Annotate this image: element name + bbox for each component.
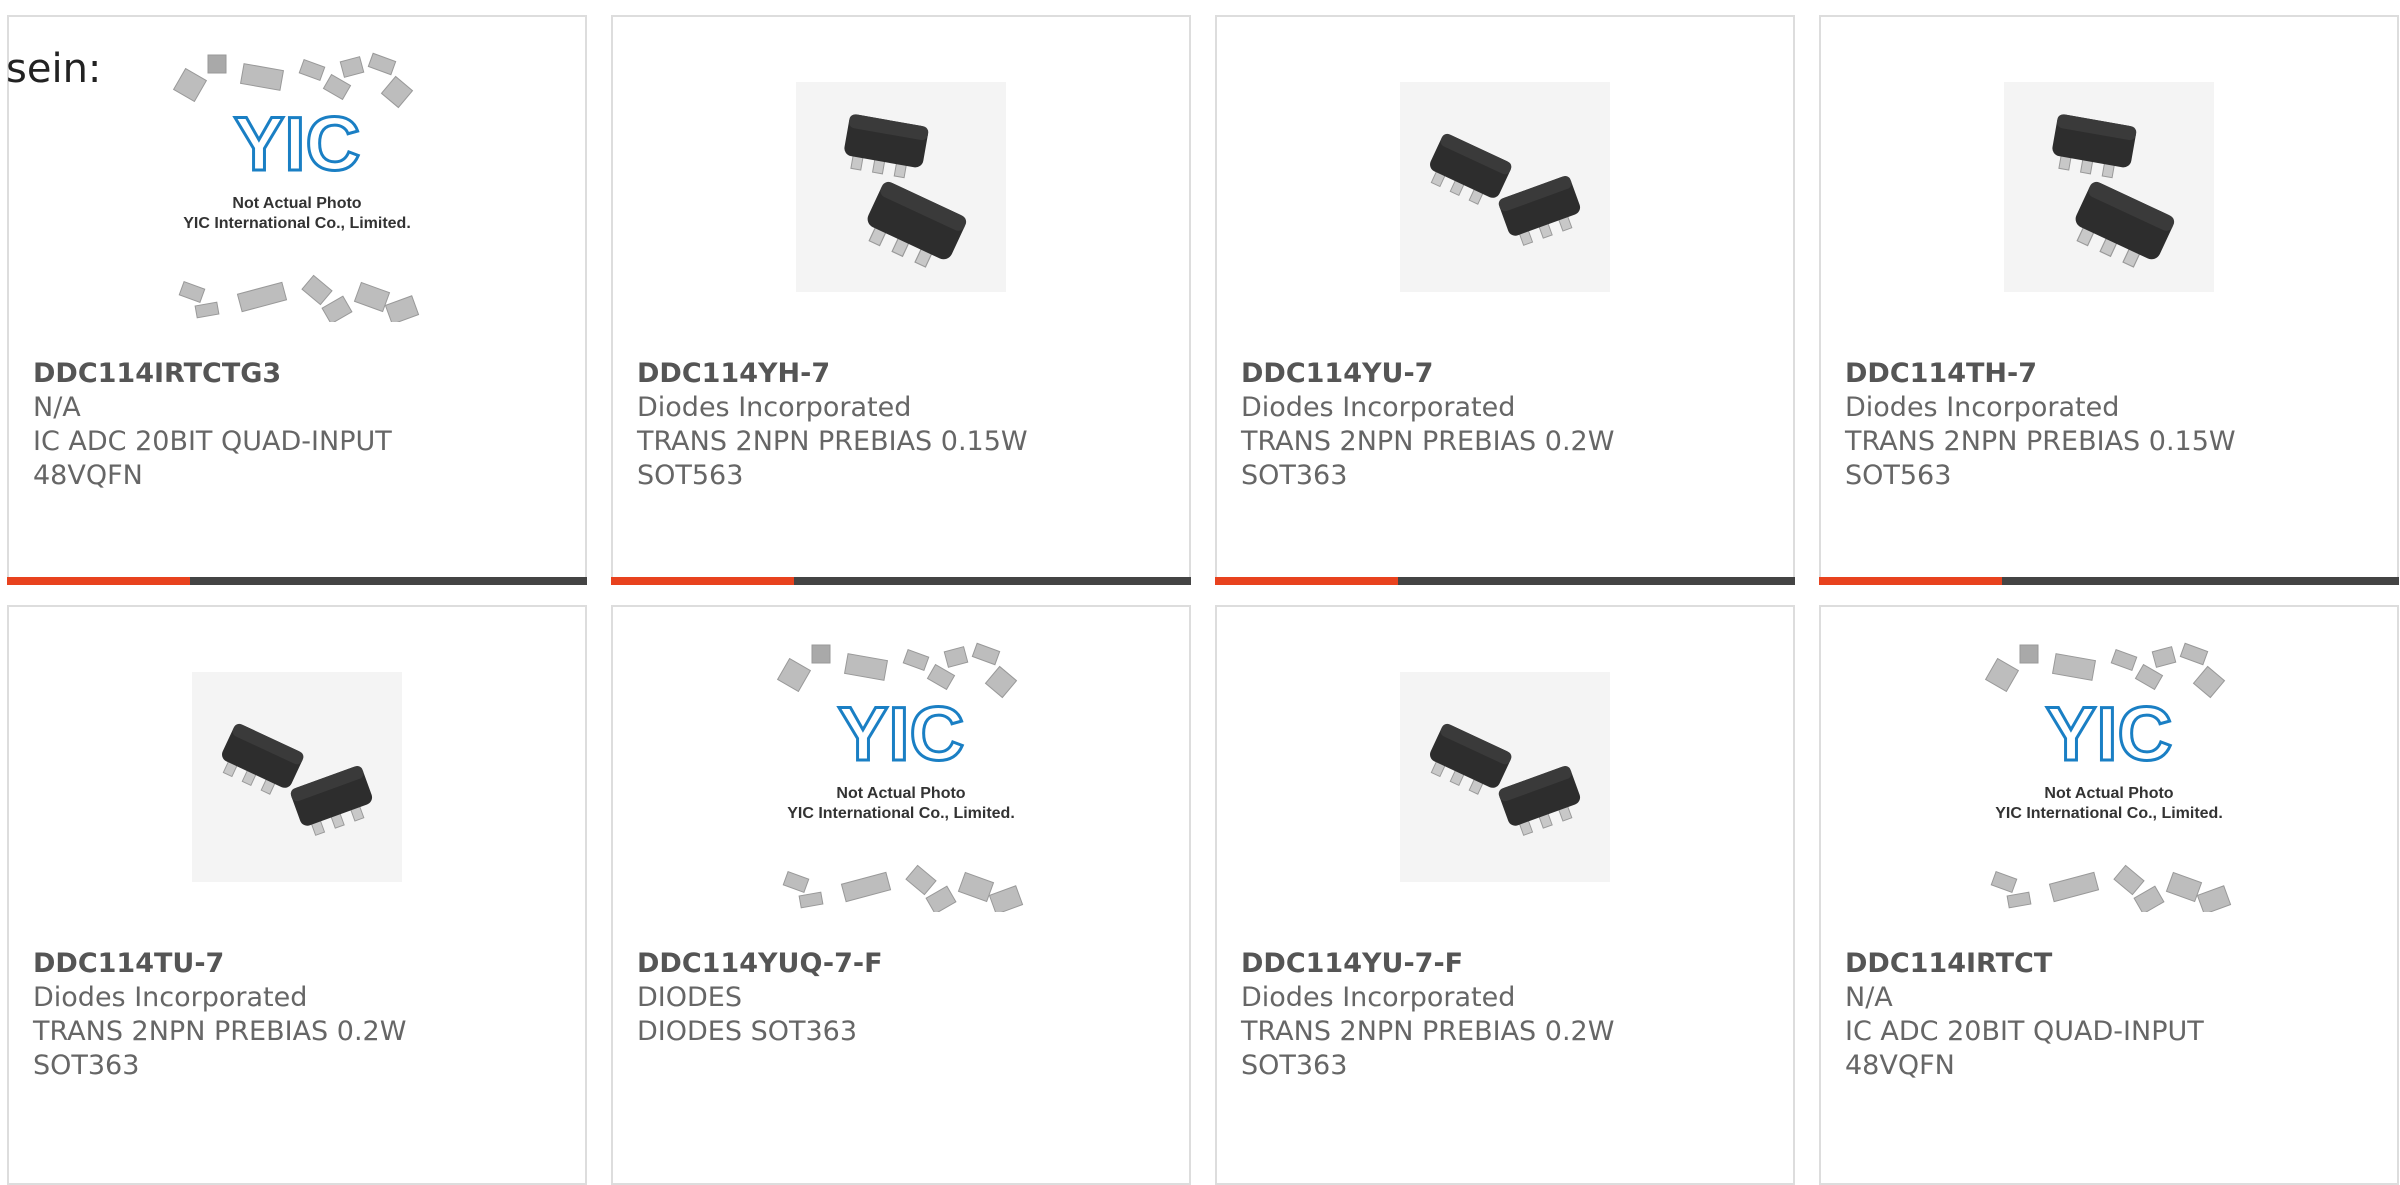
svg-text:YIC: YIC: [838, 692, 965, 777]
manufacturer: Diodes Incorporated: [1241, 392, 1516, 423]
product-image: YIC Not Actual Photo YIC International C…: [1821, 642, 2397, 912]
not-actual-photo-placeholder-icon: YIC Not Actual Photo YIC International C…: [776, 642, 1024, 912]
chip-photo: [2004, 82, 2214, 292]
chip-photo: [192, 672, 402, 882]
product-card[interactable]: YIC Not Actual Photo YIC International C…: [611, 605, 1191, 1185]
svg-text:YIC International Co., Limited: YIC International Co., Limited.: [1995, 805, 2223, 822]
description: IC ADC 20BIT QUAD-INPUT: [1845, 1016, 2204, 1047]
manufacturer: Diodes Incorporated: [33, 982, 308, 1013]
description: DIODES SOT363: [637, 1016, 857, 1047]
package: SOT563: [1845, 460, 1952, 491]
package: SOT363: [33, 1050, 140, 1081]
manufacturer: Diodes Incorporated: [1241, 982, 1516, 1013]
package: 48VQFN: [1845, 1050, 1955, 1081]
package: SOT563: [637, 460, 744, 491]
product-card[interactable]: DDC114YU-7 Diodes Incorporated TRANS 2NP…: [1215, 15, 1795, 585]
manufacturer: N/A: [33, 392, 81, 423]
svg-text:Not Actual Photo: Not Actual Photo: [232, 195, 361, 212]
chip-photo: [796, 82, 1006, 292]
svg-text:YIC International Co., Limited: YIC International Co., Limited.: [183, 215, 411, 232]
description: IC ADC 20BIT QUAD-INPUT: [33, 426, 392, 457]
package: 48VQFN: [33, 460, 143, 491]
intro-text: sein:: [6, 46, 102, 92]
part-number[interactable]: DDC114YH-7: [637, 357, 1179, 391]
part-number[interactable]: DDC114IRTCTG3: [33, 357, 575, 391]
product-card[interactable]: YIC Not Actual Photo YIC International C…: [1819, 605, 2399, 1185]
product-card[interactable]: DDC114YU-7-F Diodes Incorporated TRANS 2…: [1215, 605, 1795, 1185]
chip-photo: [1400, 82, 1610, 292]
description: TRANS 2NPN PREBIAS 0.15W: [637, 426, 1028, 457]
package: SOT363: [1241, 1050, 1348, 1081]
manufacturer: DIODES: [637, 982, 742, 1013]
product-card[interactable]: DDC114TU-7 Diodes Incorporated TRANS 2NP…: [7, 605, 587, 1185]
product-card[interactable]: YIC Not Actual Photo YIC International C…: [7, 15, 587, 585]
not-actual-photo-placeholder-icon: YIC Not Actual Photo YIC International C…: [1984, 642, 2232, 912]
svg-text:YIC International Co., Limited: YIC International Co., Limited.: [787, 805, 1015, 822]
svg-text:Not Actual Photo: Not Actual Photo: [2044, 785, 2173, 802]
package: SOT363: [1241, 460, 1348, 491]
product-image: [9, 652, 585, 902]
product-card[interactable]: DDC114YH-7 Diodes Incorporated TRANS 2NP…: [611, 15, 1191, 585]
manufacturer: Diodes Incorporated: [1845, 392, 2120, 423]
card-accent-bar: [611, 577, 1191, 585]
card-accent-bar: [7, 577, 587, 585]
svg-text:YIC: YIC: [234, 102, 361, 187]
part-number[interactable]: DDC114TU-7: [33, 947, 575, 981]
product-image: YIC Not Actual Photo YIC International C…: [9, 52, 585, 322]
manufacturer: N/A: [1845, 982, 1893, 1013]
product-image: [1217, 62, 1793, 312]
product-image: [1821, 62, 2397, 312]
product-image: [613, 62, 1189, 312]
card-accent-bar: [1215, 577, 1795, 585]
manufacturer: Diodes Incorporated: [637, 392, 912, 423]
chip-photo: [1400, 672, 1610, 882]
part-number[interactable]: DDC114TH-7: [1845, 357, 2387, 391]
part-number[interactable]: DDC114YU-7-F: [1241, 947, 1783, 981]
part-number[interactable]: DDC114YUQ-7-F: [637, 947, 1179, 981]
description: TRANS 2NPN PREBIAS 0.2W: [1241, 426, 1615, 457]
description: TRANS 2NPN PREBIAS 0.2W: [33, 1016, 407, 1047]
svg-text:YIC: YIC: [2046, 692, 2173, 777]
product-card[interactable]: DDC114TH-7 Diodes Incorporated TRANS 2NP…: [1819, 15, 2399, 585]
description: TRANS 2NPN PREBIAS 0.15W: [1845, 426, 2236, 457]
not-actual-photo-placeholder-icon: YIC Not Actual Photo YIC International C…: [172, 52, 420, 322]
description: TRANS 2NPN PREBIAS 0.2W: [1241, 1016, 1615, 1047]
part-number[interactable]: DDC114IRTCT: [1845, 947, 2387, 981]
product-image: [1217, 652, 1793, 902]
card-accent-bar: [1819, 577, 2399, 585]
product-image: YIC Not Actual Photo YIC International C…: [613, 642, 1189, 912]
svg-text:Not Actual Photo: Not Actual Photo: [836, 785, 965, 802]
part-number[interactable]: DDC114YU-7: [1241, 357, 1783, 391]
